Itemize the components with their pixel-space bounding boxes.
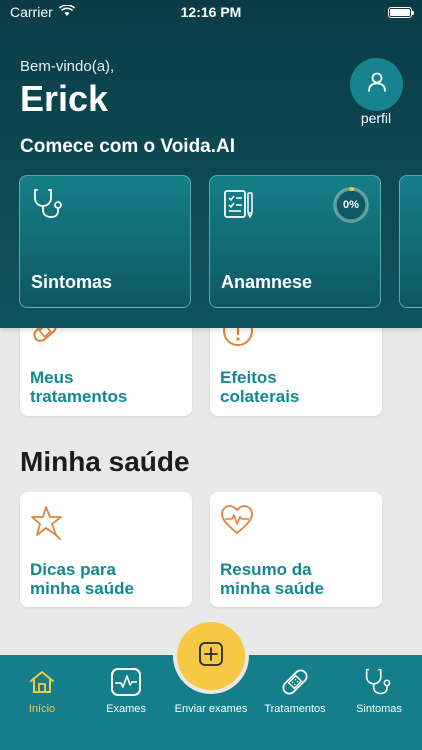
my-treatments-line1: Meus	[30, 368, 74, 387]
health-tips-line1: Dicas para	[30, 560, 116, 579]
health-summary-line2: minha saúde	[220, 579, 324, 598]
nav-item-treatments[interactable]: Tratamentos	[253, 665, 337, 715]
symptoms-card[interactable]: Sintomas	[19, 175, 191, 308]
status-bar: Carrier 12:16 PM	[0, 0, 422, 24]
wifi-icon	[58, 4, 75, 20]
side-effects-line2: colaterais	[220, 387, 300, 406]
nav-item-exams[interactable]: Exames	[84, 665, 168, 715]
home-icon	[0, 665, 84, 699]
symptoms-label: Sintomas	[31, 272, 113, 292]
start-section-title: Comece com o Voida.AI	[20, 136, 236, 157]
nav-label-symptoms: Sintomas	[356, 703, 402, 715]
profile-label[interactable]: perfil	[346, 110, 406, 126]
plus-icon	[197, 640, 225, 673]
stethoscope-icon	[337, 665, 421, 699]
my-treatments-label: Meus tratamentos	[30, 368, 127, 406]
anamnesis-card[interactable]: 0% Anamnese	[209, 175, 381, 308]
nav-item-symptoms[interactable]: Sintomas	[337, 665, 421, 715]
health-summary-line1: Resumo da	[220, 560, 312, 579]
carrier-text: Carrier	[10, 4, 53, 20]
battery-icon	[388, 6, 414, 18]
nav-label-home: Início	[28, 703, 56, 715]
user-name: Erick	[20, 78, 109, 119]
anamnesis-label: Anamnese	[221, 272, 313, 292]
health-tips-line2: minha saúde	[30, 579, 134, 598]
user-icon	[365, 70, 389, 99]
my-treatments-line2: tratamentos	[30, 387, 128, 406]
stethoscope-icon	[32, 188, 66, 225]
nav-item-home[interactable]: Início	[0, 665, 84, 715]
nav-label-treatments: Tratamentos	[264, 703, 326, 715]
home-header: Bem-vindo(a), Erick perfil Comece com o …	[0, 0, 422, 328]
next-card-peek[interactable]	[399, 175, 422, 308]
health-section-title: Minha saúde	[20, 446, 190, 477]
heart-pulse-icon	[220, 504, 254, 541]
profile-button[interactable]	[350, 58, 403, 111]
anamnesis-progress-text: 0%	[343, 199, 359, 211]
health-tips-card[interactable]: Dicas para minha saúde	[20, 492, 192, 607]
exam-icon	[84, 665, 168, 699]
health-summary-label: Resumo da minha saúde	[220, 560, 324, 598]
star-icon	[30, 504, 66, 545]
health-summary-card[interactable]: Resumo da minha saúde	[210, 492, 382, 607]
welcome-text: Bem-vindo(a),	[20, 58, 115, 75]
side-effects-label: Efeitos colaterais	[220, 368, 299, 406]
nav-label-send-exams[interactable]: Enviar exames	[160, 703, 262, 715]
send-exams-button[interactable]	[177, 622, 245, 690]
health-tips-label: Dicas para minha saúde	[30, 560, 134, 598]
bandage-icon	[253, 665, 337, 699]
side-effects-line1: Efeitos	[220, 368, 277, 387]
clipboard-pen-icon	[222, 188, 256, 227]
nav-label-exams: Exames	[106, 703, 146, 715]
